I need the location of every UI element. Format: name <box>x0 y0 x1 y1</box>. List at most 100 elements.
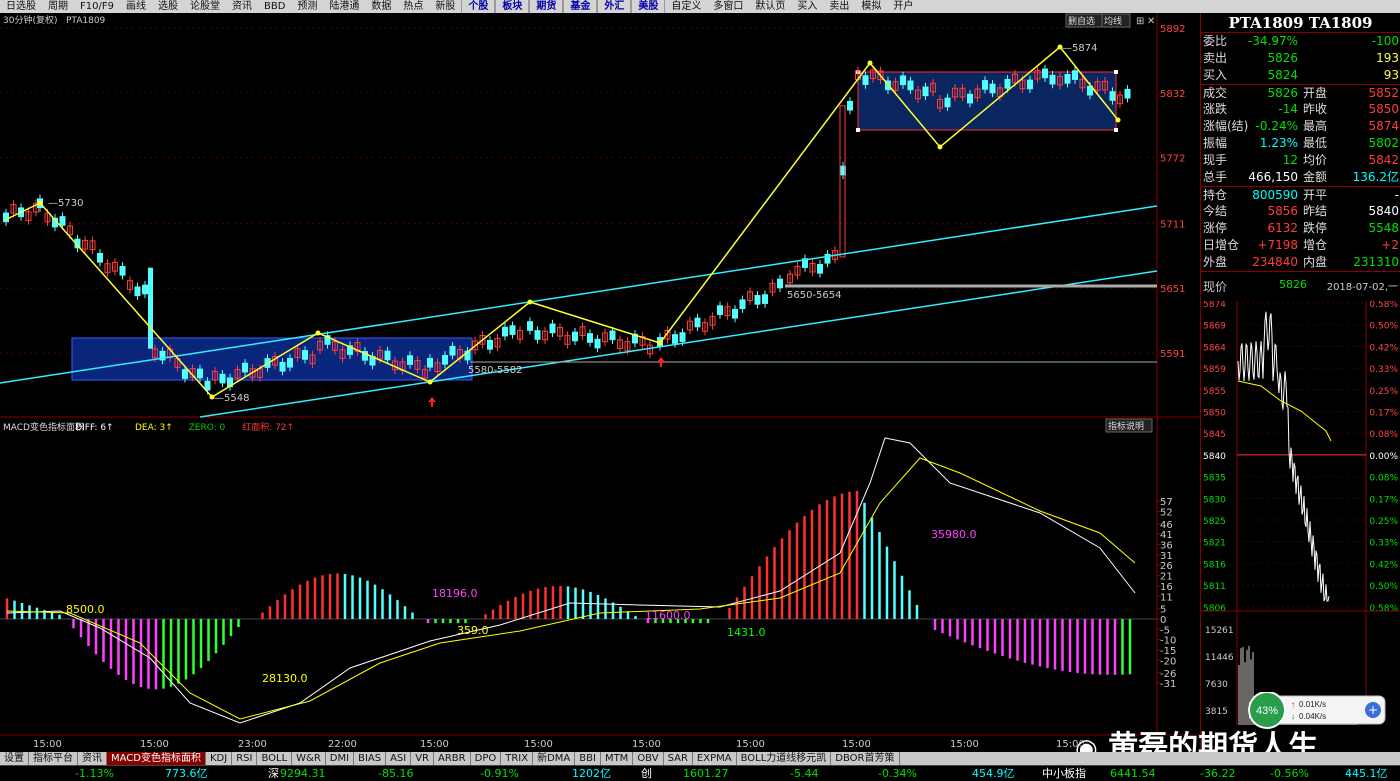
candle <box>839 105 846 258</box>
candle <box>672 334 678 344</box>
indicator-tab[interactable]: RSI <box>232 752 258 765</box>
candle <box>594 338 601 349</box>
macd-area-label: 11600.0 <box>645 609 691 622</box>
menu-item[interactable]: 新股 <box>429 0 461 13</box>
menu-item[interactable]: BBD <box>258 0 291 13</box>
quote-value-2: 231310 <box>1353 255 1399 269</box>
menu-item[interactable]: 预测 <box>291 0 323 13</box>
candle <box>182 369 188 379</box>
menu-item[interactable]: 模拟 <box>855 0 887 13</box>
menu-item[interactable]: F10/F9 <box>74 0 120 13</box>
indicator-tab[interactable]: DPO <box>471 752 502 765</box>
indicator-tab[interactable]: VR <box>411 752 435 765</box>
indicator-tab[interactable]: SAR <box>664 752 693 765</box>
quote-value: -0.24% <box>1255 119 1298 133</box>
menu-item[interactable]: 自定义 <box>665 0 707 13</box>
indicator-tab[interactable]: EXPMA <box>693 752 737 765</box>
menu-item[interactable]: 周期 <box>42 0 74 13</box>
menu-item[interactable]: 期货 <box>529 0 564 13</box>
time-tick: 15:00 <box>140 739 169 750</box>
macd-tick: 26 <box>1160 561 1173 572</box>
quote-label-2: 昨结 <box>1303 204 1328 218</box>
macd-tick: 57 <box>1160 497 1173 508</box>
menu-item[interactable]: 默认页 <box>749 0 791 13</box>
menu-item[interactable]: 画线 <box>120 0 152 13</box>
status-value: -36.22 <box>1200 767 1236 780</box>
menu-item[interactable]: 基金 <box>563 0 598 13</box>
menu-item[interactable]: 论股堂 <box>184 0 226 13</box>
menu-item[interactable]: 陆港通 <box>323 0 365 13</box>
menu-item[interactable]: 数据 <box>365 0 397 13</box>
zigzag-node <box>427 379 433 385</box>
quote-value-2: 5840 <box>1368 204 1399 218</box>
candle <box>587 333 593 343</box>
candle <box>679 332 686 342</box>
indicator-tab[interactable]: 指标平台 <box>29 752 78 765</box>
menu-item[interactable]: 日选股 <box>0 0 42 13</box>
quote-label: 外盘 <box>1203 255 1228 269</box>
candle <box>694 317 701 328</box>
indicator-tab[interactable]: MACD变色指标面积 <box>107 752 206 765</box>
mini-pct-tick: 0.58% <box>1369 301 1398 310</box>
indicator-tab[interactable]: BOLL <box>257 752 293 765</box>
indicator-tab[interactable]: BOLL力道线移元凯 <box>737 752 832 765</box>
mini-vol-tick: 3815 <box>1205 707 1228 717</box>
mini-pct-tick: 0.58% <box>1369 604 1398 614</box>
menu-item[interactable]: 卖出 <box>823 0 855 13</box>
menu-item[interactable]: 热点 <box>397 0 429 13</box>
indicator-tab[interactable]: W&R <box>292 752 326 765</box>
delete-favorite-label: 删自选 <box>1068 15 1095 27</box>
candle <box>527 321 533 331</box>
quote-value: 6132 <box>1267 221 1298 235</box>
layout-icon: ⊞ <box>1136 16 1144 27</box>
indicator-tab[interactable]: DMI <box>326 752 355 765</box>
menu-item[interactable]: 买入 <box>791 0 823 13</box>
menu-item[interactable]: 板块 <box>495 0 530 13</box>
quote-value-2: 5852 <box>1368 86 1399 100</box>
quote-label: 今结 <box>1203 204 1228 218</box>
indicator-tab[interactable]: 设置 <box>0 752 29 765</box>
candle <box>847 100 853 111</box>
indicator-tab[interactable]: TRIX <box>501 752 534 765</box>
menu-item[interactable]: 外汇 <box>597 0 632 13</box>
quote-label-2: 昨收 <box>1303 102 1328 116</box>
indicator-tab[interactable]: 资讯 <box>78 752 107 765</box>
mini-price-tick: 5869 <box>1203 322 1226 332</box>
quote-label: 现手 <box>1203 153 1228 167</box>
main-chart[interactable]: 58925832577257115651559130分钟(复权) PTA1809 删… <box>0 13 1200 752</box>
candle <box>944 97 951 108</box>
indicator-tab[interactable]: MTM <box>601 752 634 765</box>
menu-item[interactable]: 选股 <box>152 0 184 13</box>
menu-item[interactable]: 开户 <box>887 0 919 13</box>
menu-item[interactable]: 美股 <box>631 0 666 13</box>
intraday-mini-chart[interactable]: 5874 0.58% 5869 0.50% 5864 0.42% 5859 0.33% 5855… <box>1201 300 1400 725</box>
indicator-tab[interactable]: ASI <box>386 752 412 765</box>
time-tick: 23:00 <box>238 739 267 750</box>
quote-row: 总手 466,150 金额 136.2亿 <box>1201 169 1400 186</box>
candle <box>572 331 578 342</box>
quote-label: 买入 <box>1203 68 1228 82</box>
indicator-tab[interactable]: BIAS <box>354 752 387 765</box>
quote-label-2: 均价 <box>1303 153 1328 167</box>
menu-item[interactable]: 多窗口 <box>707 0 749 13</box>
candle <box>134 286 141 297</box>
quote-label: 日增仓 <box>1203 238 1240 252</box>
candle <box>59 216 66 226</box>
status-value: 创 <box>641 767 652 780</box>
candle <box>242 362 248 373</box>
candle <box>777 278 783 289</box>
menu-item[interactable]: 个股 <box>461 0 496 13</box>
quote-row: 现手 12 均价 5842 <box>1201 152 1400 169</box>
indicator-tab[interactable]: DBOR首芳策 <box>831 752 900 765</box>
menu-item[interactable]: 资讯 <box>226 0 258 13</box>
indicator-tab[interactable]: BBI <box>575 752 601 765</box>
quote-value: 1.23% <box>1259 136 1298 150</box>
candle <box>384 350 391 361</box>
mini-pct-tick: 0.17% <box>1369 495 1398 505</box>
current-value: 5826 <box>1279 278 1307 291</box>
indicator-tab[interactable]: ARBR <box>434 752 471 765</box>
indicator-tab[interactable]: 新DMA <box>533 752 576 765</box>
plus-icon: + <box>1368 703 1378 717</box>
indicator-tab[interactable]: OBV <box>633 752 664 765</box>
indicator-tab[interactable]: KDJ <box>206 752 233 765</box>
